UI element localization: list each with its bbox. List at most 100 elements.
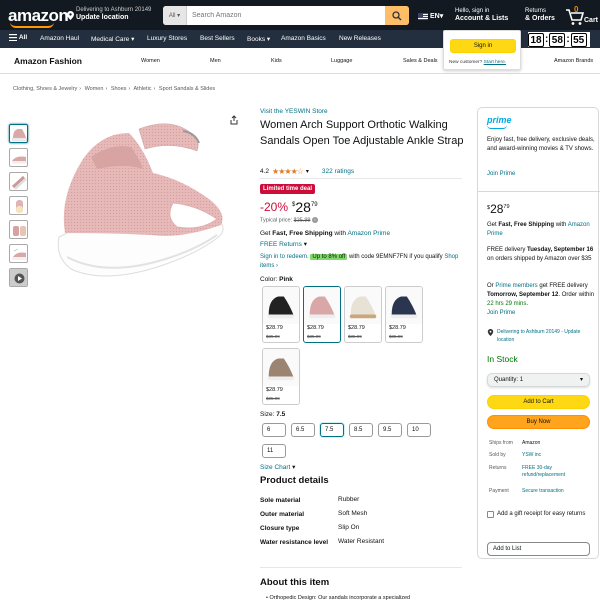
prime-promo-text: Enjoy fast, free delivery, exclusive dea… (487, 137, 595, 152)
prime-promo: prime Enjoy fast, free delivery, exclusi… (478, 108, 600, 192)
location-pin-icon (67, 11, 74, 20)
subnav-item-medical-care[interactable]: Medical Care ▾ (91, 35, 134, 43)
returns-orders[interactable]: Returns & Orders (525, 7, 555, 23)
fashion-title[interactable]: Amazon Fashion (14, 56, 82, 66)
deliver-to[interactable]: Delivering to Ashburn 20149 Update locat… (76, 6, 151, 22)
search-category-select[interactable]: All ▾ (163, 6, 187, 25)
breadcrumb-item[interactable]: Shoes (111, 86, 127, 92)
size-option[interactable]: 6 (262, 423, 286, 437)
video-thumbnail[interactable] (9, 268, 28, 287)
all-menu-button[interactable]: All (9, 34, 27, 41)
fashion-cat-luggage[interactable]: Luggage (331, 58, 352, 64)
cart-label: Cart (584, 17, 599, 24)
cart-button[interactable]: 0 Cart (565, 5, 599, 27)
info-icon[interactable]: i (312, 217, 318, 223)
color-swatch-beige[interactable]: $28.79 $35.99 (344, 286, 382, 343)
signin-button[interactable]: Sign in (450, 39, 516, 53)
buybox-price: $ 28 79 (487, 203, 510, 215)
gift-receipt-checkbox[interactable] (487, 511, 494, 518)
search-button[interactable] (385, 6, 409, 25)
ff-with: with (334, 230, 346, 237)
color-swatch-brown[interactable]: $28.79 $35.99 (262, 348, 300, 405)
language-selector[interactable]: EN▾ (418, 12, 443, 20)
buy-box: prime Enjoy fast, free delivery, exclusi… (477, 107, 600, 559)
free-returns-link[interactable]: FREE Returns ▾ (260, 240, 307, 248)
detail-value: Rubber (338, 496, 360, 503)
subnav-item-amazon-haul[interactable]: Amazon Haul (40, 35, 79, 42)
signin-popover: Sign in New customer? Start here. (443, 30, 521, 70)
prime-logo-smile (487, 125, 507, 129)
amazon-prime-link[interactable]: Amazon Prime (347, 230, 390, 237)
size-option[interactable]: 6.5 (291, 423, 315, 437)
deal-countdown: 18 : 58 : 55 (528, 32, 590, 47)
rating-chevron-icon[interactable]: ▾ (306, 168, 309, 175)
color-swatch-pink[interactable]: $28.79 $35.99 (303, 286, 341, 343)
returns-policy-link[interactable]: FREE 30-day refund/replacement (522, 465, 592, 479)
swatch-old-price: $35.99 (307, 334, 321, 339)
thumbnail[interactable] (9, 148, 28, 167)
fashion-cat-amazon-brands[interactable]: Amazon Brands (554, 58, 593, 64)
subnav-item-luxury-stores[interactable]: Luxury Stores (147, 35, 187, 42)
subnav-item-best-sellers[interactable]: Best Sellers (200, 35, 235, 42)
thumbnail[interactable] (9, 220, 28, 239)
detail-key: Sole material (260, 497, 301, 504)
add-to-cart-button[interactable]: Add to Cart (487, 395, 590, 409)
breadcrumb-item[interactable]: Clothing, Shoes & Jewelry (13, 86, 77, 92)
coupon-pill: Up to 8% off (310, 254, 348, 260)
buy-now-button[interactable]: Buy Now (487, 415, 590, 429)
color-swatch-black[interactable]: $28.79 $35.99 (262, 286, 300, 343)
size-option[interactable]: 8.5 (349, 423, 373, 437)
product-main-image[interactable] (31, 107, 247, 287)
buybox-location-link[interactable]: Delivering to Ashburn 20149 - Update loc… (487, 328, 595, 344)
size-option[interactable]: 11 (262, 444, 286, 458)
fashion-cat-sales-deals[interactable]: Sales & Deals (403, 58, 438, 64)
share-icon[interactable] (229, 115, 239, 125)
countdown-minutes: 58 (549, 32, 566, 47)
fashion-cat-men[interactable]: Men (210, 58, 221, 64)
size-option[interactable]: 10 (407, 423, 431, 437)
size-chart-label: Size Chart (260, 464, 291, 471)
subnav-item-amazon-basics[interactable]: Amazon Basics (281, 35, 326, 42)
subnav-item-books[interactable]: Books ▾ (247, 35, 270, 43)
signin-redeem-link[interactable]: Sign in to redeem. (260, 254, 309, 260)
thumbnail[interactable] (9, 172, 28, 191)
color-swatch-navy[interactable]: $28.79 $35.99 (385, 286, 423, 343)
play-video-icon (10, 269, 27, 286)
secure-transaction-link[interactable]: Secure transaction (522, 488, 592, 495)
prime-members-link[interactable]: Prime members (495, 283, 537, 289)
chevron-down-icon: ▾ (579, 377, 583, 383)
buybox-fast-free: Get Fast, Free Shipping with Amazon Prim… (487, 221, 595, 239)
fashion-cat-women[interactable]: Women (141, 58, 160, 64)
thumbnail[interactable] (9, 196, 28, 215)
size-chart-link[interactable]: Size Chart ▾ (260, 463, 295, 471)
seller-link[interactable]: YSW inc (522, 452, 592, 459)
price-whole: 28 (295, 199, 311, 215)
join-prime-link-2[interactable]: Join Prime (487, 309, 595, 318)
fashion-cat-kids[interactable]: Kids (271, 58, 282, 64)
breadcrumb-item[interactable]: Sport Sandals & Slides (159, 86, 215, 92)
thumbnail[interactable] (9, 244, 28, 263)
add-to-list-button[interactable]: Add to List (487, 542, 590, 556)
swatch-old-price: $35.99 (266, 396, 280, 401)
start-here-link[interactable]: Start here. (484, 60, 506, 65)
language-label: EN (430, 13, 440, 20)
join-prime-link[interactable]: Join Prime (487, 171, 515, 177)
swatch-old-price: $35.99 (389, 334, 403, 339)
size-option[interactable]: 9.5 (378, 423, 402, 437)
subnav-item-new-releases[interactable]: New Releases (339, 35, 381, 42)
info-key: Ships from (489, 440, 513, 446)
account-lists[interactable]: Hello, sign in Account & Lists (455, 7, 508, 23)
quantity-select[interactable]: Quantity: 1 ▾ (487, 373, 590, 387)
store-link[interactable]: Visit the YESWIN Store (260, 108, 328, 115)
color-value: Pink (279, 276, 293, 283)
breadcrumb-item[interactable]: Athletic (134, 86, 152, 92)
size-option-selected[interactable]: 7.5 (320, 423, 344, 437)
breadcrumb-item[interactable]: Women (85, 86, 104, 92)
deliver-line2: Update location (76, 14, 129, 21)
star-rating-icon[interactable]: ★★★★☆ (272, 167, 304, 176)
search-input[interactable] (187, 6, 385, 25)
gift-receipt-option[interactable]: Add a gift receipt for easy returns (487, 510, 595, 519)
us-flag-icon (418, 12, 428, 20)
ratings-count-link[interactable]: 322 ratings (322, 168, 354, 175)
thumbnail[interactable] (9, 124, 28, 143)
